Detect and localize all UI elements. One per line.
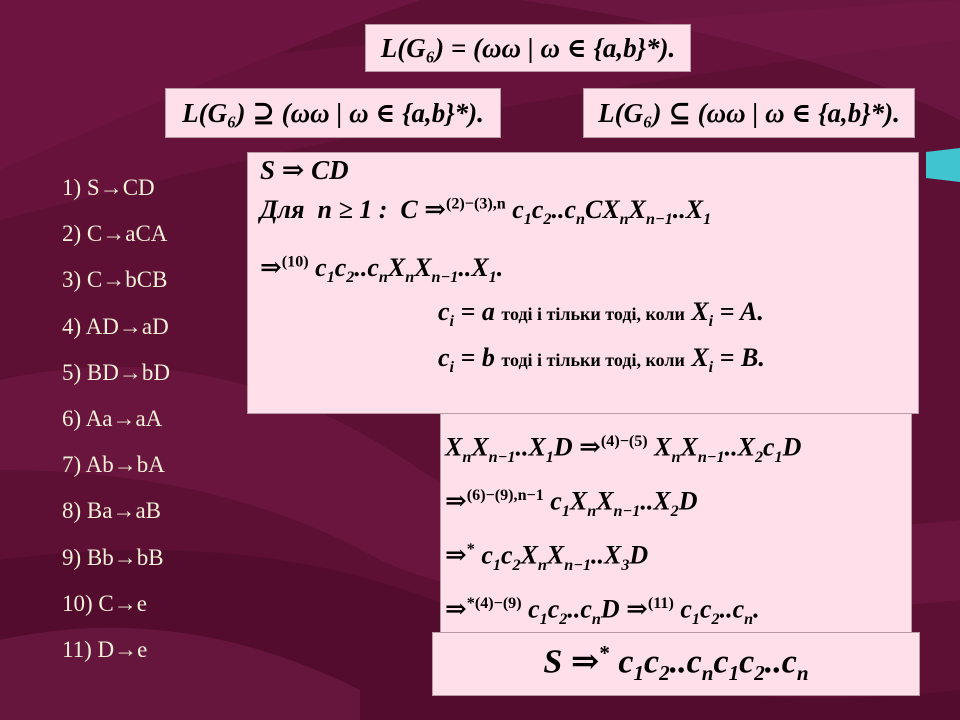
right-inclusion-box: L(G₆) ⊆ (ωω | ω ∈ {a,b}*). [583, 88, 915, 138]
rule-11: 11) D→e [62, 636, 148, 662]
final-result-box: S ⇒* c1c2..cnc1c2..cn [432, 632, 920, 696]
rule-9: 9) Bb→bB [62, 544, 164, 570]
derivation-box: S ⇒ CD Для n ≥ 1 : C ⇒(2)−(3),n c1c2..cn… [247, 152, 919, 414]
reduction-box: XnXn−1..X1D ⇒(4)−(5) XnXn−1..X2c1D ⇒(6)−… [440, 414, 912, 636]
derivation-line-2: ⇒(10) c1c2..cnXnXn−1..X1. [260, 253, 504, 287]
rule-1: 1) S→CD [62, 175, 155, 200]
final-result: S ⇒* c1c2..cnc1c2..cn [543, 641, 809, 686]
teal-tab-icon [926, 148, 960, 182]
rule-4: 4) AD→aD [62, 313, 169, 339]
rule-3: 3) C→bCB [62, 267, 168, 293]
rule-5: 5) BD→bD [62, 359, 170, 385]
rule-8: 8) Ba→aB [62, 498, 162, 524]
rule-10: 10) C→e [62, 590, 147, 616]
left-inclusion: L(G₆) ⊇ (ωω | ω ∈ {a,b}*). [182, 97, 484, 128]
condition-a: ci = a тоді і тільки тоді, коли Xi = A. [438, 297, 764, 331]
derivation-line-1: Для n ≥ 1 : C ⇒(2)−(3),n c1c2..cnCXnXn−1… [260, 195, 712, 229]
condition-b: ci = b тоді і тільки тоді, коли Xi = B. [438, 343, 765, 377]
right-inclusion: L(G₆) ⊆ (ωω | ω ∈ {a,b}*). [598, 97, 900, 128]
language-definition: L(G₆) = (ωω | ω ∈ {a,b}*). [380, 32, 676, 63]
rule-7: 7) Ab→bA [62, 452, 165, 478]
production-rules-list: 1) S→CD 2) C→aCA 3) C→bCB 4) AD→aD 5) BD… [62, 168, 170, 676]
derivation-start: S ⇒ CD [260, 155, 349, 185]
left-inclusion-box: L(G₆) ⊇ (ωω | ω ∈ {a,b}*). [165, 88, 501, 138]
rule-6: 6) Aa→aA [62, 405, 163, 431]
language-definition-box: L(G₆) = (ωω | ω ∈ {a,b}*). [365, 24, 691, 72]
rule-2: 2) C→aCA [62, 221, 168, 247]
